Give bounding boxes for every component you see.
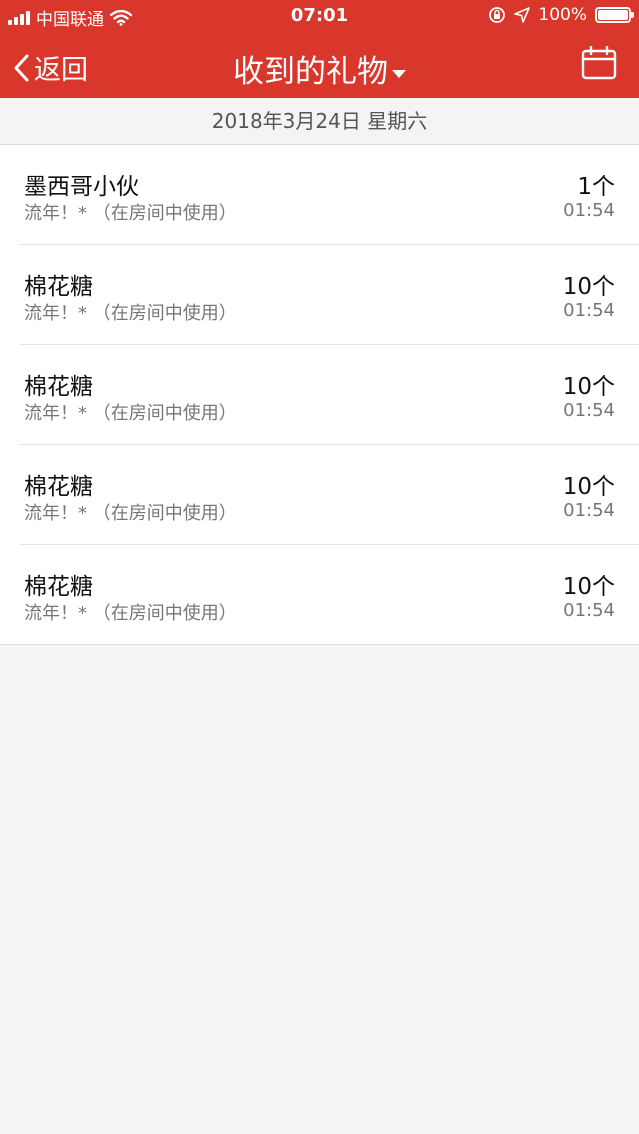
gift-time: 01:54 [563, 600, 615, 621]
gift-desc: 流年！* （在房间中使用） [24, 203, 237, 224]
location-arrow-icon [514, 7, 531, 23]
gift-desc: 流年！* （在房间中使用） [24, 403, 237, 424]
gift-time: 01:54 [563, 400, 615, 421]
date-header: 2018年3月24日 星期六 [0, 98, 639, 145]
list-item[interactable]: 墨西哥小伙 流年！* （在房间中使用） 1个 01:54 [20, 145, 639, 245]
battery-percent: 100% [538, 5, 587, 25]
gift-name: 棉花糖 [24, 274, 93, 300]
gift-name: 棉花糖 [24, 374, 93, 400]
gift-desc: 流年！* （在房间中使用） [24, 303, 237, 324]
gift-name: 墨西哥小伙 [24, 174, 139, 200]
gift-list: 墨西哥小伙 流年！* （在房间中使用） 1个 01:54 棉花糖 流年！* （在… [0, 145, 639, 645]
gift-time: 01:54 [563, 200, 615, 221]
gift-count: 1个 [577, 174, 615, 200]
battery-icon [595, 7, 634, 23]
calendar-button[interactable] [581, 45, 617, 84]
gift-time: 01:54 [563, 300, 615, 321]
gift-name: 棉花糖 [24, 474, 93, 500]
caret-down-icon [392, 69, 406, 78]
list-item[interactable]: 棉花糖 流年！* （在房间中使用） 10个 01:54 [20, 245, 639, 345]
gift-count: 10个 [562, 274, 615, 300]
gift-name: 棉花糖 [24, 574, 93, 600]
list-item[interactable]: 棉花糖 流年！* （在房间中使用） 10个 01:54 [20, 345, 639, 445]
status-right: 100% [488, 5, 634, 25]
nav-bar: 返回 收到的礼物 [0, 32, 639, 98]
calendar-icon [581, 45, 617, 80]
gift-desc: 流年！* （在房间中使用） [24, 503, 237, 524]
gift-count: 10个 [562, 574, 615, 600]
gift-count: 10个 [562, 474, 615, 500]
page-title: 收到的礼物 [233, 54, 388, 90]
status-bar: 中国联通 07:01 100% [0, 0, 639, 32]
gift-desc: 流年！* （在房间中使用） [24, 603, 237, 624]
gift-time: 01:54 [563, 500, 615, 521]
orientation-lock-icon [489, 7, 506, 23]
page-title-dropdown[interactable]: 收到的礼物 [0, 46, 639, 91]
list-item[interactable]: 棉花糖 流年！* （在房间中使用） 10个 01:54 [20, 445, 639, 545]
top-bar: 中国联通 07:01 100% 返回 收到的礼物 [0, 0, 639, 98]
gift-count: 10个 [562, 374, 615, 400]
list-item[interactable]: 棉花糖 流年！* （在房间中使用） 10个 01:54 [20, 545, 639, 644]
